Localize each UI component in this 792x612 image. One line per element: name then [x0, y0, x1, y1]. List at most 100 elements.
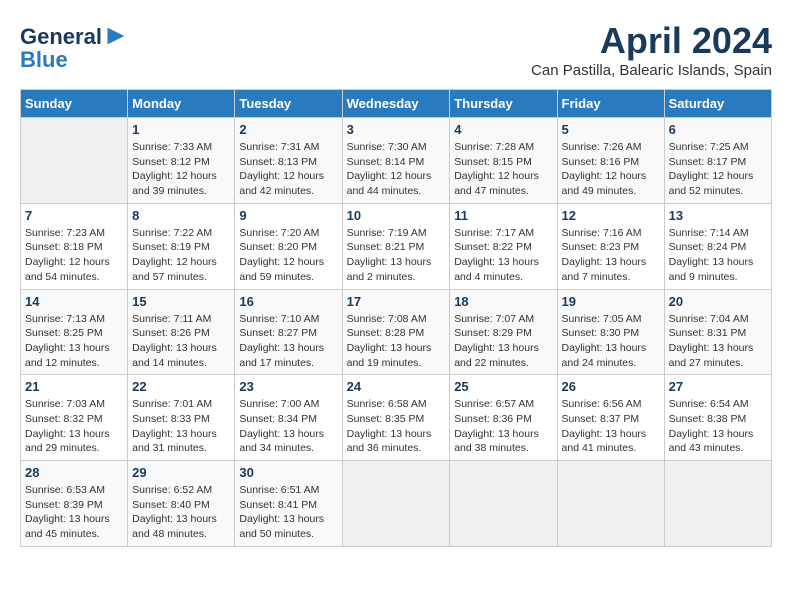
day-info: Sunrise: 7:07 AM Sunset: 8:29 PM Dayligh… — [454, 312, 552, 371]
calendar-header-row: SundayMondayTuesdayWednesdayThursdayFrid… — [21, 90, 772, 118]
calendar-cell: 22 Sunrise: 7:01 AM Sunset: 8:33 PM Dayli… — [128, 375, 235, 461]
day-info: Sunrise: 7:30 AM Sunset: 8:14 PM Dayligh… — [347, 140, 446, 199]
calendar-cell: 10Sunrise: 7:19 AM Sunset: 8:21 PM Dayli… — [342, 203, 450, 289]
calendar-cell: 21 Sunrise: 7:03 AM Sunset: 8:32 PM Dayli… — [21, 375, 128, 461]
day-info: Sunrise: 6:57 AM Sunset: 8:36 PM Dayligh… — [454, 397, 552, 456]
day-info: Sunrise: 6:56 AM Sunset: 8:37 PM Dayligh… — [562, 397, 660, 456]
day-number: 5 — [562, 122, 660, 137]
calendar-cell: 20 Sunrise: 7:04 AM Sunset: 8:31 PM Dayli… — [664, 289, 771, 375]
day-number: 14 — [25, 294, 123, 309]
calendar-table: SundayMondayTuesdayWednesdayThursdayFrid… — [20, 89, 772, 547]
day-info: Sunrise: 7:23 AM Sunset: 8:18 PM Dayligh… — [25, 226, 123, 285]
day-number: 20 — [669, 294, 767, 309]
calendar-cell: 28 Sunrise: 6:53 AM Sunset: 8:39 PM Dayli… — [21, 461, 128, 547]
day-info: Sunrise: 7:26 AM Sunset: 8:16 PM Dayligh… — [562, 140, 660, 199]
logo: General► Blue — [20, 20, 130, 73]
day-number: 7 — [25, 208, 123, 223]
day-number: 13 — [669, 208, 767, 223]
column-header-wednesday: Wednesday — [342, 90, 450, 118]
day-info: Sunrise: 7:22 AM Sunset: 8:19 PM Dayligh… — [132, 226, 230, 285]
day-info: Sunrise: 7:25 AM Sunset: 8:17 PM Dayligh… — [669, 140, 767, 199]
day-number: 12 — [562, 208, 660, 223]
column-header-tuesday: Tuesday — [235, 90, 342, 118]
calendar-cell: 19 Sunrise: 7:05 AM Sunset: 8:30 PM Dayli… — [557, 289, 664, 375]
day-number: 9 — [239, 208, 337, 223]
day-info: Sunrise: 6:58 AM Sunset: 8:35 PM Dayligh… — [347, 397, 446, 456]
calendar-cell: 3 Sunrise: 7:30 AM Sunset: 8:14 PM Daylig… — [342, 118, 450, 204]
day-number: 23 — [239, 379, 337, 394]
day-info: Sunrise: 7:13 AM Sunset: 8:25 PM Dayligh… — [25, 312, 123, 371]
calendar-cell: 2 Sunrise: 7:31 AM Sunset: 8:13 PM Daylig… — [235, 118, 342, 204]
day-info: Sunrise: 7:10 AM Sunset: 8:27 PM Dayligh… — [239, 312, 337, 371]
day-info: Sunrise: 7:17 AM Sunset: 8:22 PM Dayligh… — [454, 226, 552, 285]
calendar-cell: 16Sunrise: 7:10 AM Sunset: 8:27 PM Dayli… — [235, 289, 342, 375]
calendar-cell: 14 Sunrise: 7:13 AM Sunset: 8:25 PM Dayli… — [21, 289, 128, 375]
week-row-5: 28 Sunrise: 6:53 AM Sunset: 8:39 PM Dayli… — [21, 461, 772, 547]
calendar-cell — [450, 461, 557, 547]
day-info: Sunrise: 6:51 AM Sunset: 8:41 PM Dayligh… — [239, 483, 337, 542]
calendar-cell — [342, 461, 450, 547]
column-header-monday: Monday — [128, 90, 235, 118]
calendar-cell: 6 Sunrise: 7:25 AM Sunset: 8:17 PM Daylig… — [664, 118, 771, 204]
calendar-cell: 7 Sunrise: 7:23 AM Sunset: 8:18 PM Daylig… — [21, 203, 128, 289]
day-number: 2 — [239, 122, 337, 137]
day-info: Sunrise: 7:31 AM Sunset: 8:13 PM Dayligh… — [239, 140, 337, 199]
day-number: 27 — [669, 379, 767, 394]
day-number: 30 — [239, 465, 337, 480]
calendar-cell: 24 Sunrise: 6:58 AM Sunset: 8:35 PM Dayli… — [342, 375, 450, 461]
calendar-cell: 15 Sunrise: 7:11 AM Sunset: 8:26 PM Dayli… — [128, 289, 235, 375]
day-number: 28 — [25, 465, 123, 480]
week-row-1: 1Sunrise: 7:33 AM Sunset: 8:12 PM Daylig… — [21, 118, 772, 204]
calendar-cell: 23 Sunrise: 7:00 AM Sunset: 8:34 PM Dayli… — [235, 375, 342, 461]
day-number: 22 — [132, 379, 230, 394]
day-number: 15 — [132, 294, 230, 309]
calendar-cell: 27 Sunrise: 6:54 AM Sunset: 8:38 PM Dayli… — [664, 375, 771, 461]
day-number: 3 — [347, 122, 446, 137]
calendar-cell: 9 Sunrise: 7:20 AM Sunset: 8:20 PM Daylig… — [235, 203, 342, 289]
day-number: 29 — [132, 465, 230, 480]
day-info: Sunrise: 7:20 AM Sunset: 8:20 PM Dayligh… — [239, 226, 337, 285]
calendar-cell: 18 Sunrise: 7:07 AM Sunset: 8:29 PM Dayli… — [450, 289, 557, 375]
day-info: Sunrise: 6:54 AM Sunset: 8:38 PM Dayligh… — [669, 397, 767, 456]
day-number: 19 — [562, 294, 660, 309]
day-info: Sunrise: 7:33 AM Sunset: 8:12 PM Dayligh… — [132, 140, 230, 199]
week-row-2: 7 Sunrise: 7:23 AM Sunset: 8:18 PM Daylig… — [21, 203, 772, 289]
day-info: Sunrise: 7:11 AM Sunset: 8:26 PM Dayligh… — [132, 312, 230, 371]
calendar-cell — [21, 118, 128, 204]
calendar-cell: 17Sunrise: 7:08 AM Sunset: 8:28 PM Dayli… — [342, 289, 450, 375]
calendar-cell: 8 Sunrise: 7:22 AM Sunset: 8:19 PM Daylig… — [128, 203, 235, 289]
day-number: 26 — [562, 379, 660, 394]
day-info: Sunrise: 7:28 AM Sunset: 8:15 PM Dayligh… — [454, 140, 552, 199]
day-number: 24 — [347, 379, 446, 394]
calendar-cell — [664, 461, 771, 547]
day-info: Sunrise: 7:00 AM Sunset: 8:34 PM Dayligh… — [239, 397, 337, 456]
title-block: April 2024 Can Pastilla, Balearic Island… — [531, 20, 772, 79]
day-number: 4 — [454, 122, 552, 137]
day-info: Sunrise: 7:01 AM Sunset: 8:33 PM Dayligh… — [132, 397, 230, 456]
column-header-thursday: Thursday — [450, 90, 557, 118]
day-info: Sunrise: 6:52 AM Sunset: 8:40 PM Dayligh… — [132, 483, 230, 542]
day-info: Sunrise: 7:03 AM Sunset: 8:32 PM Dayligh… — [25, 397, 123, 456]
day-number: 8 — [132, 208, 230, 223]
day-number: 21 — [25, 379, 123, 394]
calendar-cell: 11 Sunrise: 7:17 AM Sunset: 8:22 PM Dayli… — [450, 203, 557, 289]
day-number: 18 — [454, 294, 552, 309]
column-header-friday: Friday — [557, 90, 664, 118]
day-number: 25 — [454, 379, 552, 394]
page-header: General► Blue April 2024 Can Pastilla, B… — [20, 20, 772, 79]
day-info: Sunrise: 7:04 AM Sunset: 8:31 PM Dayligh… — [669, 312, 767, 371]
month-title: April 2024 — [531, 20, 772, 62]
day-info: Sunrise: 7:05 AM Sunset: 8:30 PM Dayligh… — [562, 312, 660, 371]
day-number: 6 — [669, 122, 767, 137]
calendar-cell: 30 Sunrise: 6:51 AM Sunset: 8:41 PM Dayli… — [235, 461, 342, 547]
week-row-4: 21 Sunrise: 7:03 AM Sunset: 8:32 PM Dayli… — [21, 375, 772, 461]
day-info: Sunrise: 7:08 AM Sunset: 8:28 PM Dayligh… — [347, 312, 446, 371]
calendar-cell: 1Sunrise: 7:33 AM Sunset: 8:12 PM Daylig… — [128, 118, 235, 204]
calendar-cell: 13Sunrise: 7:14 AM Sunset: 8:24 PM Dayli… — [664, 203, 771, 289]
calendar-cell: 5 Sunrise: 7:26 AM Sunset: 8:16 PM Daylig… — [557, 118, 664, 204]
column-header-saturday: Saturday — [664, 90, 771, 118]
logo-blue: Blue — [20, 47, 68, 73]
location-title: Can Pastilla, Balearic Islands, Spain — [531, 62, 772, 79]
day-number: 11 — [454, 208, 552, 223]
day-info: Sunrise: 6:53 AM Sunset: 8:39 PM Dayligh… — [25, 483, 123, 542]
